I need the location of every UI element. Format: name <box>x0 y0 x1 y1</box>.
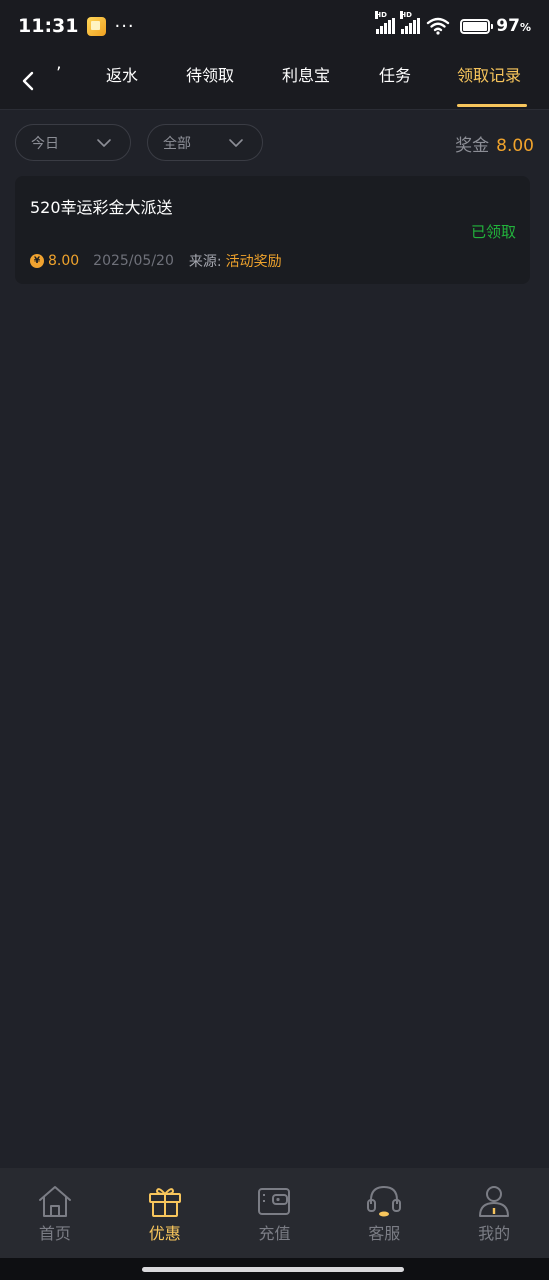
tab-tasks[interactable]: 任务 <box>379 52 411 110</box>
chevron-down-icon <box>229 139 243 147</box>
bonus-total: 奖金 8.00 <box>455 131 534 156</box>
nav-label-support: 客服 <box>368 1224 401 1243</box>
battery-icon <box>460 18 494 34</box>
wallet-icon <box>258 1188 291 1215</box>
nav-item-support[interactable]: 客服 <box>329 1168 439 1258</box>
date-filter-dropdown[interactable]: 今日 <box>15 124 131 161</box>
signal-icon: HD <box>375 11 396 34</box>
battery-fill <box>463 21 487 31</box>
tab-partial[interactable]: ’ <box>56 64 61 84</box>
record-date: 2025/05/20 <box>93 253 174 269</box>
tab-interest[interactable]: 利息宝 <box>282 52 330 110</box>
record-title: 520幸运彩金大派送 <box>30 198 173 217</box>
battery-level: 97% <box>496 16 531 36</box>
record-amount: 8.00 <box>48 253 80 269</box>
gesture-bar <box>0 1258 549 1280</box>
category-filter-dropdown[interactable]: 全部 <box>147 124 263 161</box>
bonus-value: 8.00 <box>496 136 534 156</box>
hd-badge: HD <box>375 11 387 19</box>
signal-icon: HD <box>400 11 421 34</box>
nav-item-profile[interactable]: 我的 <box>439 1168 549 1258</box>
nav-item-promotions[interactable]: 优惠 <box>110 1168 220 1258</box>
status-right: HD HD 97% <box>375 11 531 36</box>
wifi-icon <box>427 17 450 35</box>
status-bar: 11:31 ··· HD HD 97% <box>0 0 549 52</box>
nav-item-deposit[interactable]: 充值 <box>220 1168 330 1258</box>
nav-label-home: 首页 <box>38 1224 71 1243</box>
nav-item-home[interactable]: 首页 <box>0 1168 110 1258</box>
record-card: 520幸运彩金大派送 已领取 ¥ 8.00 2025/05/20 来源: 活动奖… <box>15 176 530 284</box>
coin-icon: ¥ <box>30 254 44 268</box>
bonus-label: 奖金 <box>455 136 490 156</box>
chevron-left-icon <box>22 71 34 91</box>
nav-label-promotions: 优惠 <box>148 1224 181 1243</box>
notes-app-icon <box>87 16 107 36</box>
active-tab-indicator <box>457 104 527 107</box>
tab-claim-records[interactable]: 领取记录 <box>457 52 521 110</box>
nav-label-profile: 我的 <box>478 1224 511 1243</box>
hd-badge: HD <box>400 11 412 19</box>
chevron-down-icon <box>97 139 111 147</box>
tab-rebate[interactable]: 返水 <box>106 52 138 110</box>
home-indicator[interactable] <box>142 1267 404 1272</box>
date-filter-value: 今日 <box>31 135 59 152</box>
bottom-nav: 首页 优惠 充值 客服 我的 <box>0 1168 549 1258</box>
gift-icon <box>148 1188 181 1217</box>
status-time: 11:31 <box>18 15 79 37</box>
category-filter-value: 全部 <box>163 135 191 152</box>
home-icon <box>38 1186 71 1217</box>
tab-pending[interactable]: 待领取 <box>186 52 234 110</box>
tab-bar: ’ 返水 待领取 利息宝 任务 领取记录 <box>0 52 549 110</box>
more-notifications-icon: ··· <box>114 15 135 37</box>
record-source-value: 活动奖励 <box>225 254 282 270</box>
record-source-label: 来源: <box>188 254 222 270</box>
user-icon <box>479 1186 510 1217</box>
headset-icon <box>367 1185 402 1217</box>
record-meta: ¥ 8.00 2025/05/20 来源: 活动奖励 <box>30 251 282 271</box>
record-status: 已领取 <box>470 223 516 241</box>
screen: 11:31 ··· HD HD 97% ’ 返水 待领取 利息宝 任务 领取记录… <box>0 0 549 1280</box>
back-button[interactable] <box>14 66 42 96</box>
nav-label-deposit: 充值 <box>258 1224 291 1243</box>
